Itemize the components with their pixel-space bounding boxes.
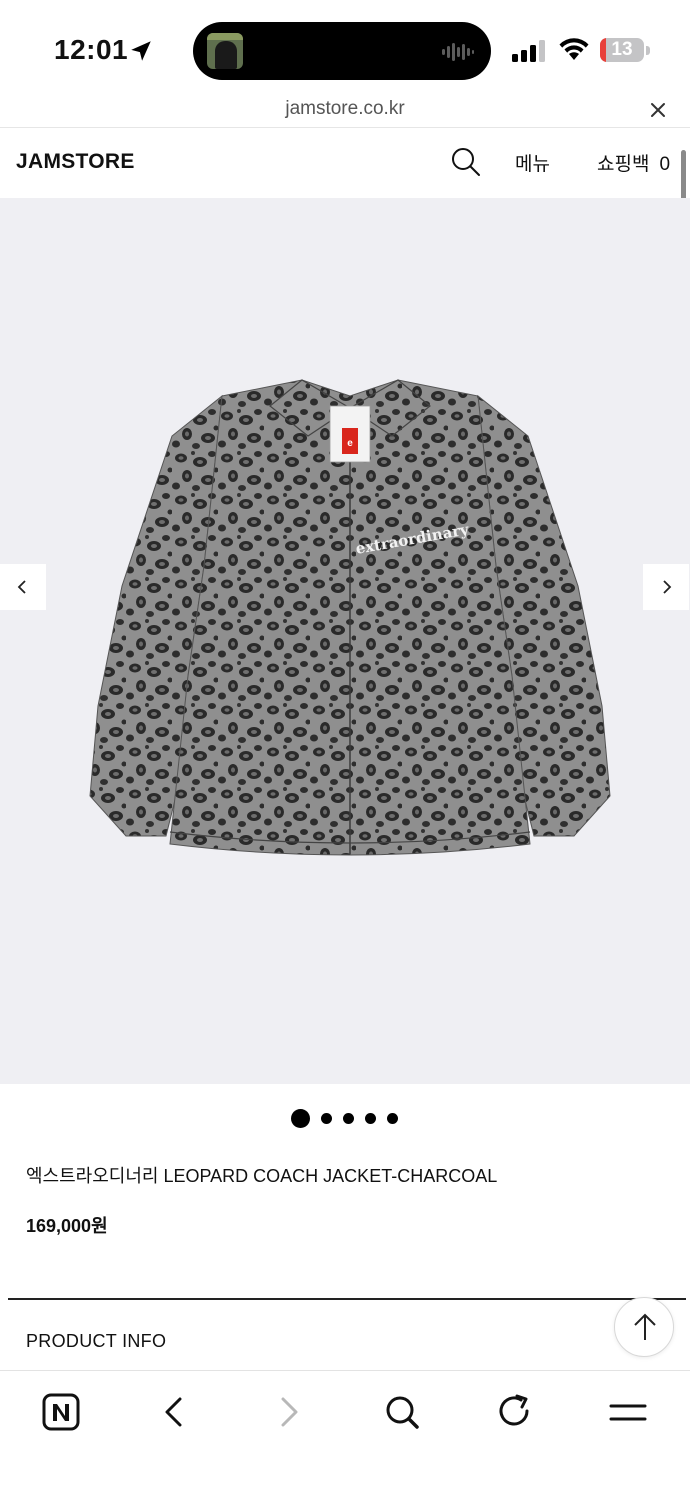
pagination-dot[interactable] bbox=[321, 1112, 332, 1124]
battery-level: 13 bbox=[611, 39, 633, 60]
battery-icon: 13 bbox=[600, 38, 644, 62]
back-button[interactable] bbox=[153, 1391, 197, 1435]
browser-toolbar bbox=[0, 1370, 690, 1500]
menu-icon bbox=[609, 1404, 647, 1421]
status-time: 12:01 bbox=[54, 34, 129, 65]
location-arrow-icon bbox=[131, 41, 151, 61]
section-divider bbox=[8, 1298, 686, 1300]
gallery-next-button[interactable] bbox=[643, 564, 689, 610]
shopping-bag-label: 쇼핑백 bbox=[597, 154, 650, 175]
site-header: JAMSTORE 메뉴 쇼핑백 0 bbox=[0, 128, 690, 198]
chevron-left-icon bbox=[17, 580, 26, 594]
pagination-dot[interactable] bbox=[343, 1112, 354, 1124]
pagination-dot[interactable] bbox=[365, 1112, 376, 1124]
chevron-right-icon bbox=[663, 580, 672, 594]
shopping-bag-button[interactable]: 쇼핑백 0 bbox=[597, 149, 670, 176]
product-info-heading[interactable]: PRODUCT INFO bbox=[26, 1331, 166, 1352]
svg-text:e: e bbox=[347, 438, 353, 449]
menu-button[interactable] bbox=[606, 1391, 650, 1435]
pagination-dot-active[interactable] bbox=[291, 1108, 310, 1128]
product-image: e extraordinary bbox=[89, 379, 611, 856]
wifi-icon bbox=[559, 38, 589, 60]
battery-tip bbox=[646, 46, 650, 55]
menu-button[interactable]: 메뉴 bbox=[515, 149, 550, 176]
search-icon bbox=[386, 1396, 419, 1429]
now-playing-artwork bbox=[207, 33, 243, 69]
arrow-up-icon bbox=[634, 1313, 656, 1340]
search-icon[interactable] bbox=[450, 146, 482, 178]
close-icon[interactable] bbox=[648, 100, 668, 120]
reload-button[interactable] bbox=[493, 1391, 537, 1435]
back-icon bbox=[165, 1397, 182, 1427]
forward-button[interactable] bbox=[266, 1391, 310, 1435]
audio-wave-icon bbox=[442, 43, 474, 61]
forward-icon bbox=[281, 1397, 298, 1427]
naver-home-icon bbox=[42, 1393, 80, 1431]
pagination-dot[interactable] bbox=[387, 1112, 398, 1124]
gallery-prev-button[interactable] bbox=[0, 564, 46, 610]
dynamic-island[interactable] bbox=[193, 22, 491, 80]
url-text[interactable]: jamstore.co.kr bbox=[0, 98, 690, 120]
naver-home-button[interactable] bbox=[40, 1391, 84, 1435]
product-image-gallery[interactable]: e extraordinary bbox=[0, 198, 690, 1084]
url-bar[interactable]: jamstore.co.kr bbox=[0, 92, 690, 128]
reload-icon bbox=[499, 1394, 529, 1426]
search-button[interactable] bbox=[380, 1391, 424, 1435]
gallery-pagination[interactable] bbox=[0, 1108, 690, 1128]
site-logo[interactable]: JAMSTORE bbox=[16, 150, 135, 174]
product-name: 엑스트라오디너리 LEOPARD COACH JACKET-CHARCOAL bbox=[26, 1166, 498, 1186]
scroll-to-top-button[interactable] bbox=[614, 1297, 674, 1357]
status-bar: 12:01 13 bbox=[0, 0, 690, 100]
cellular-signal-icon bbox=[512, 40, 545, 62]
product-price: 169,000원 bbox=[26, 1216, 108, 1236]
cart-count: 0 bbox=[659, 154, 671, 175]
